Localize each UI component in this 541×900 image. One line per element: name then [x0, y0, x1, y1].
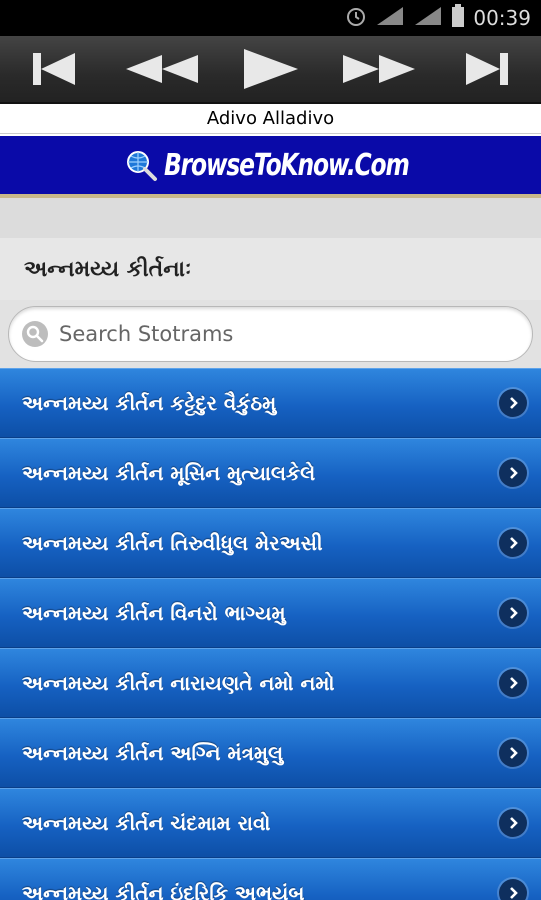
list-item[interactable]: અન્નમય્ય કીર્તન તિરુવીધુલ મેરઅસી — [0, 508, 541, 578]
search-icon — [22, 321, 48, 347]
browse-to-know-banner[interactable]: BrowseToKnow.Com — [0, 134, 541, 198]
list-item[interactable]: અન્નમય્ય કીર્તન વિનરો ભાગ્યમુ — [0, 578, 541, 648]
chevron-right-icon — [499, 459, 527, 487]
alarm-icon — [345, 5, 367, 31]
chevron-right-icon — [499, 529, 527, 557]
list-item-label: અન્નમય્ય કીર્તન અગ્નિ મંત્રમુલુ — [22, 741, 284, 765]
section-header: અન્નમય્ય કીર્તનાઃ — [0, 238, 541, 300]
fast-forward-icon — [342, 55, 415, 83]
search-input[interactable] — [59, 322, 499, 346]
previous-icon — [33, 53, 76, 85]
list-item[interactable]: અન્નમય્ય કીર્તન મૂસિન મુત્યાલકેલે — [0, 438, 541, 508]
chevron-right-icon — [499, 739, 527, 767]
spacer — [0, 198, 541, 238]
list-item[interactable]: અન્નમય્ય કીર્તન ચંદમામ રાવો — [0, 788, 541, 858]
rewind-button[interactable] — [117, 39, 207, 99]
search-box[interactable] — [8, 306, 533, 362]
next-button[interactable] — [442, 39, 532, 99]
list-item-label: અન્નમય્ય કીર્તન ચંદમામ રાવો — [22, 811, 271, 835]
previous-button[interactable] — [9, 39, 99, 99]
list-item-label: અન્નમય્ય કીર્તન મૂસિન મુત્યાલકેલે — [22, 461, 316, 485]
next-icon — [465, 53, 508, 85]
list-item-label: અન્નમય્ય કીર્તન વિનરો ભાગ્યમુ — [22, 601, 286, 625]
battery-icon — [451, 4, 465, 32]
list-item[interactable]: અન્નમય્ય કીર્તન અગ્નિ મંત્રમુલુ — [0, 718, 541, 788]
play-icon — [244, 49, 299, 89]
chevron-right-icon — [499, 389, 527, 417]
signal-icon-2 — [413, 5, 443, 31]
globe-search-icon — [126, 151, 157, 181]
chevron-right-icon — [499, 879, 527, 900]
list-item-label: અન્નમય્ય કીર્તન તિરુવીધુલ મેરઅસી — [22, 531, 323, 555]
list-item-label: અન્નમય્ય કીર્તન નારાયણતે નમો નમો — [22, 671, 335, 695]
page-title: અન્નમય્ય કીર્તનાઃ — [24, 256, 192, 282]
media-player-controls — [0, 36, 541, 104]
list-item[interactable]: અન્નમય્ય કીર્તન કટ્ટેદુર વૈકુંઠમુ — [0, 368, 541, 438]
play-button[interactable] — [225, 39, 315, 99]
status-time: 00:39 — [473, 6, 531, 30]
list-item-label: અન્નમય્ય કીર્તન ઇંદરિકિ અભયંબુ — [22, 881, 305, 900]
list-item[interactable]: અન્નમય્ય કીર્તન ઇંદરિકિ અભયંબુ — [0, 858, 541, 900]
chevron-right-icon — [499, 669, 527, 697]
rewind-icon — [126, 55, 199, 83]
stotram-list: અન્નમય્ય કીર્તન કટ્ટેદુર વૈકુંઠમુ અન્નમય… — [0, 368, 541, 900]
search-bar — [0, 300, 541, 368]
signal-icon — [375, 5, 405, 31]
list-item-label: અન્નમય્ય કીર્તન કટ્ટેદુર વૈકુંઠમુ — [22, 391, 277, 415]
chevron-right-icon — [499, 809, 527, 837]
banner-text: BrowseToKnow.Com — [163, 147, 410, 183]
chevron-right-icon — [499, 599, 527, 627]
list-item[interactable]: અન્નમય્ય કીર્તન નારાયણતે નમો નમો — [0, 648, 541, 718]
app-title: Adivo Alladivo — [0, 104, 541, 134]
status-bar: 00:39 — [0, 0, 541, 36]
fast-forward-button[interactable] — [334, 39, 424, 99]
